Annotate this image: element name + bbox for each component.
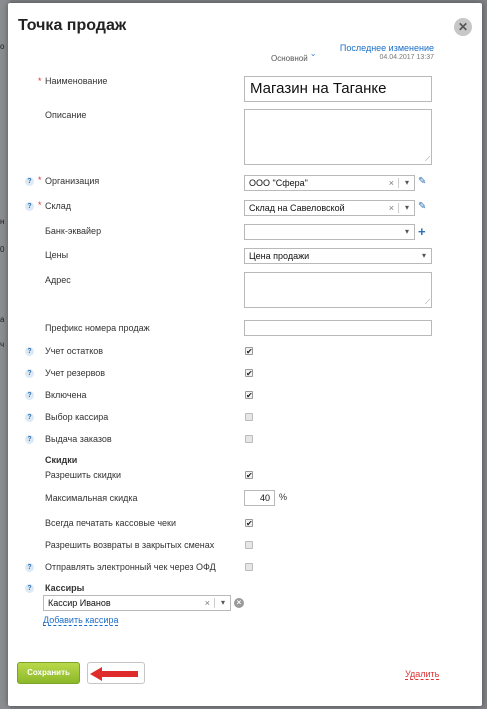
- resize-grip-icon[interactable]: ⟋: [425, 156, 430, 163]
- max-discount-input[interactable]: 40: [244, 490, 275, 506]
- sales-point-dialog: Точка продаж ✕ Основной⌄ Последнее измен…: [8, 3, 482, 706]
- percent-unit: %: [279, 492, 288, 502]
- dropdown-arrow-icon[interactable]: ▾: [405, 227, 409, 236]
- bank-select[interactable]: ▾: [244, 224, 415, 240]
- help-icon[interactable]: ?: [25, 177, 34, 186]
- checkbox-label: Отправлять электронный чек через ОФД: [45, 562, 216, 572]
- order-pickup-checkbox[interactable]: [245, 435, 253, 443]
- dropdown-arrow-icon[interactable]: ▾: [221, 598, 225, 607]
- required-marker: *: [38, 200, 42, 210]
- divider: [398, 203, 399, 213]
- always-print-receipts-checkbox[interactable]: ✔: [245, 519, 253, 528]
- dropdown-arrow-icon[interactable]: ▾: [405, 203, 409, 212]
- background-text: а: [0, 315, 5, 324]
- edit-icon[interactable]: ✎: [418, 176, 426, 187]
- background-text: ч: [0, 340, 5, 349]
- description-textarea[interactable]: ⟋: [244, 109, 432, 165]
- remove-cashier-icon[interactable]: ×: [234, 598, 244, 608]
- name-input[interactable]: Магазин на Таганке: [244, 76, 432, 102]
- arrow-shape: [90, 667, 138, 681]
- checkbox-label: Выдача заказов: [45, 434, 112, 444]
- checkbox-label: Включена: [45, 390, 87, 400]
- section-heading: Кассиры: [45, 583, 85, 593]
- close-icon[interactable]: ✕: [454, 18, 472, 36]
- version-label: Основной: [271, 54, 308, 63]
- clear-icon[interactable]: ×: [389, 203, 394, 213]
- add-icon[interactable]: +: [418, 224, 426, 239]
- allow-returns-checkbox[interactable]: [245, 541, 253, 549]
- field-label: Описание: [45, 110, 87, 120]
- required-marker: *: [38, 76, 42, 86]
- last-change-label: Последнее изменение: [339, 43, 434, 53]
- edit-icon[interactable]: ✎: [418, 201, 426, 212]
- version-selector[interactable]: Основной⌄: [271, 49, 316, 63]
- help-icon[interactable]: ?: [25, 435, 34, 444]
- help-icon[interactable]: ?: [25, 369, 34, 378]
- clear-icon[interactable]: ×: [389, 178, 394, 188]
- checkbox-label: Всегда печатать кассовые чеки: [45, 518, 177, 528]
- resize-grip-icon[interactable]: ⟋: [425, 299, 430, 306]
- background-text: 0: [0, 245, 5, 254]
- field-label: Склад: [45, 201, 72, 211]
- dropdown-arrow-icon[interactable]: ▾: [422, 251, 426, 260]
- required-marker: *: [38, 175, 42, 185]
- field-label: Адрес: [45, 275, 71, 285]
- field-label: Наименование: [45, 76, 108, 86]
- help-icon[interactable]: ?: [25, 347, 34, 356]
- checkbox-label: Учет резервов: [45, 368, 106, 378]
- stock-accounting-checkbox[interactable]: ✔: [245, 347, 253, 356]
- warehouse-select[interactable]: Склад на Савеловской × ▾: [244, 200, 415, 216]
- select-value: Склад на Савеловской: [249, 203, 345, 213]
- checkbox-label: Разрешить скидки: [45, 470, 121, 480]
- allow-discounts-checkbox[interactable]: ✔: [245, 471, 253, 480]
- send-ofd-receipt-checkbox[interactable]: [245, 563, 253, 571]
- field-label: Банк-эквайер: [45, 226, 102, 236]
- organization-select[interactable]: ООО "Сфера" × ▾: [244, 175, 415, 191]
- select-value: ООО "Сфера": [249, 178, 308, 188]
- delete-link[interactable]: Удалить: [405, 669, 440, 680]
- cashier-choice-checkbox[interactable]: [245, 413, 253, 421]
- annotation-arrow: [90, 667, 138, 681]
- background-text: н: [0, 217, 5, 226]
- help-icon[interactable]: ?: [25, 584, 34, 593]
- field-label: Организация: [45, 176, 100, 186]
- select-value: Кассир Иванов: [48, 598, 111, 608]
- background-text: о: [0, 42, 5, 51]
- divider: [214, 598, 215, 608]
- checkbox-label: Выбор кассира: [45, 412, 109, 422]
- reserve-accounting-checkbox[interactable]: ✔: [245, 369, 253, 378]
- section-heading: Скидки: [45, 455, 78, 465]
- address-textarea[interactable]: ⟋: [244, 272, 432, 308]
- checkbox-label: Учет остатков: [45, 346, 104, 356]
- chevron-down-icon: ⌄: [309, 49, 317, 58]
- checkbox-label: Разрешить возвраты в закрытых сменах: [45, 540, 215, 550]
- help-icon[interactable]: ?: [25, 202, 34, 211]
- add-cashier-link[interactable]: Добавить кассира: [43, 615, 119, 626]
- help-icon[interactable]: ?: [25, 413, 34, 422]
- field-label: Цены: [45, 250, 69, 260]
- clear-icon[interactable]: ×: [205, 598, 210, 608]
- help-icon[interactable]: ?: [25, 563, 34, 572]
- field-label: Префикс номера продаж: [45, 323, 150, 333]
- help-icon[interactable]: ?: [25, 391, 34, 400]
- dialog-title: Точка продаж: [18, 17, 127, 34]
- select-value: Цена продажи: [249, 251, 310, 261]
- enabled-checkbox[interactable]: ✔: [245, 391, 253, 400]
- save-button[interactable]: Сохранить: [17, 662, 80, 684]
- cashier-select[interactable]: Кассир Иванов × ▾: [43, 595, 231, 611]
- prefix-input[interactable]: [244, 320, 432, 336]
- last-change-date: 04.04.2017 13:37: [379, 54, 435, 61]
- prices-select[interactable]: Цена продажи ▾: [244, 248, 432, 264]
- dropdown-arrow-icon[interactable]: ▾: [405, 178, 409, 187]
- field-label: Максимальная скидка: [45, 493, 138, 503]
- divider: [398, 178, 399, 188]
- last-change-link[interactable]: Последнее изменение 04.04.2017 13:37: [340, 43, 434, 61]
